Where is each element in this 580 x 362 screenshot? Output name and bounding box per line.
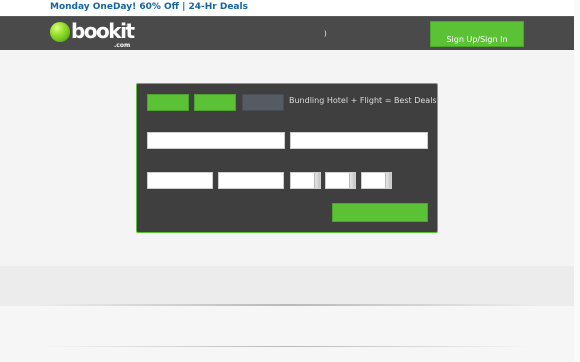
tab-hotel[interactable]: [147, 94, 189, 111]
children-select[interactable]: [361, 172, 392, 189]
check-in-date-input[interactable]: [147, 172, 213, 189]
section-divider-lower: [40, 346, 534, 347]
content-band-upper: [0, 266, 574, 306]
promo-link[interactable]: Monday OneDay! 60% Off | 24-Hr Deals: [50, 2, 248, 12]
bundle-promo-text: Bundling Hotel + Flight = Best Deals!: [289, 96, 440, 105]
logo-ball-icon: [50, 22, 70, 42]
adults-select-arrow-icon: [349, 173, 355, 188]
destination-input[interactable]: [147, 132, 285, 149]
logo-registered-mark: ®: [126, 23, 130, 28]
children-select-arrow-icon: [385, 173, 391, 188]
promo-bar: Monday OneDay! 60% Off | 24-Hr Deals: [0, 0, 574, 16]
bookit-logo[interactable]: bookit ® .com: [50, 19, 135, 49]
nav-menu-glyph[interactable]: ): [324, 30, 327, 38]
page-scroll-gutter: [574, 0, 580, 362]
tab-bundle[interactable]: [242, 94, 284, 111]
logo-domain-suffix: .com: [114, 42, 131, 49]
search-panel: Bundling Hotel + Flight = Best Deals!: [136, 83, 440, 233]
content-band-lower: [0, 306, 574, 362]
adults-select[interactable]: [325, 172, 356, 189]
signup-signin-button[interactable]: Sign Up/Sign In: [430, 21, 524, 47]
check-out-date-input[interactable]: [218, 172, 284, 189]
search-button[interactable]: [332, 203, 428, 222]
tab-flight[interactable]: [194, 94, 236, 111]
origin-input[interactable]: [290, 132, 428, 149]
logo-wordmark: bookit: [71, 19, 135, 43]
site-header: bookit ® .com ) Sign Up/Sign In: [0, 16, 574, 50]
rooms-select-arrow-icon: [314, 173, 320, 188]
signup-signin-label: Sign Up/Sign In: [446, 35, 508, 44]
rooms-select[interactable]: [290, 172, 321, 189]
